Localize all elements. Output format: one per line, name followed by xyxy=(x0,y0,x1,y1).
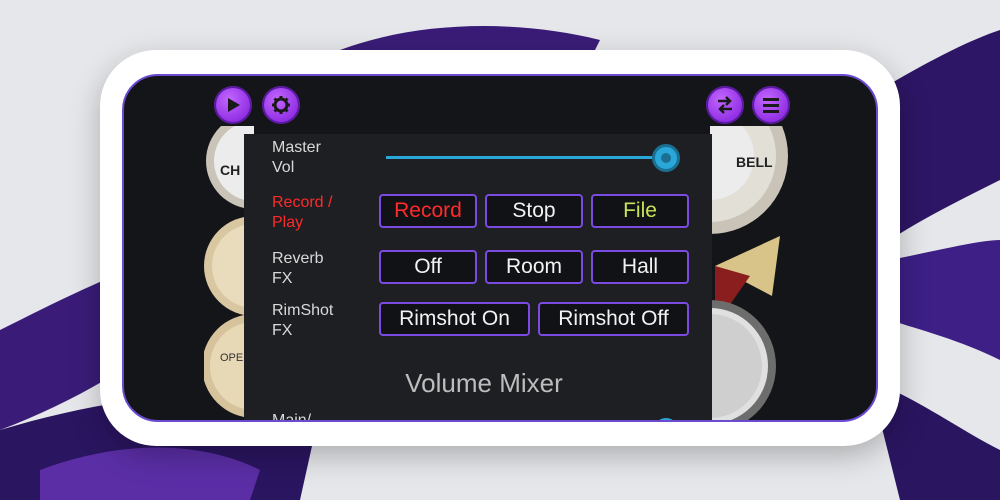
play-button[interactable] xyxy=(214,86,252,124)
main-mixer-label: Main/ xyxy=(272,412,312,422)
rimshot-on-button[interactable]: Rimshot On xyxy=(379,302,530,336)
right-drum-pads xyxy=(710,126,788,420)
swap-button[interactable] xyxy=(706,86,744,124)
drum-label-left-bottom: OPE xyxy=(220,352,244,364)
volume-mixer-title: Volume Mixer xyxy=(405,368,563,398)
settings-button[interactable] xyxy=(262,86,300,124)
reverb-off-button[interactable]: Off xyxy=(379,250,477,284)
master-vol-slider-track[interactable] xyxy=(386,156,666,159)
master-vol-slider-knob[interactable] xyxy=(652,144,680,172)
drum-label-right-top: BELL xyxy=(736,154,773,170)
record-play-label: Record / Play xyxy=(272,194,333,231)
gear-icon xyxy=(272,96,290,114)
swap-arrows-icon xyxy=(718,96,732,114)
stop-button[interactable]: Stop xyxy=(485,194,583,228)
app-screen: CH OPE BELL Master Vol Record / Play Rec… xyxy=(122,74,878,422)
drum-label-left-top: CH xyxy=(220,162,241,178)
menu-button[interactable] xyxy=(752,86,790,124)
hamburger-menu-icon xyxy=(763,98,779,113)
reverb-room-button[interactable]: Room xyxy=(485,250,583,284)
play-icon xyxy=(228,98,240,112)
file-button[interactable]: File xyxy=(591,194,689,228)
reverb-fx-label: Reverb FX xyxy=(272,250,324,287)
rimshot-fx-label: RimShot FX xyxy=(272,302,334,339)
reverb-hall-button[interactable]: Hall xyxy=(591,250,689,284)
rimshot-off-button[interactable]: Rimshot Off xyxy=(538,302,689,336)
record-button[interactable]: Record xyxy=(379,194,477,228)
master-vol-label: Master Vol xyxy=(272,139,321,176)
